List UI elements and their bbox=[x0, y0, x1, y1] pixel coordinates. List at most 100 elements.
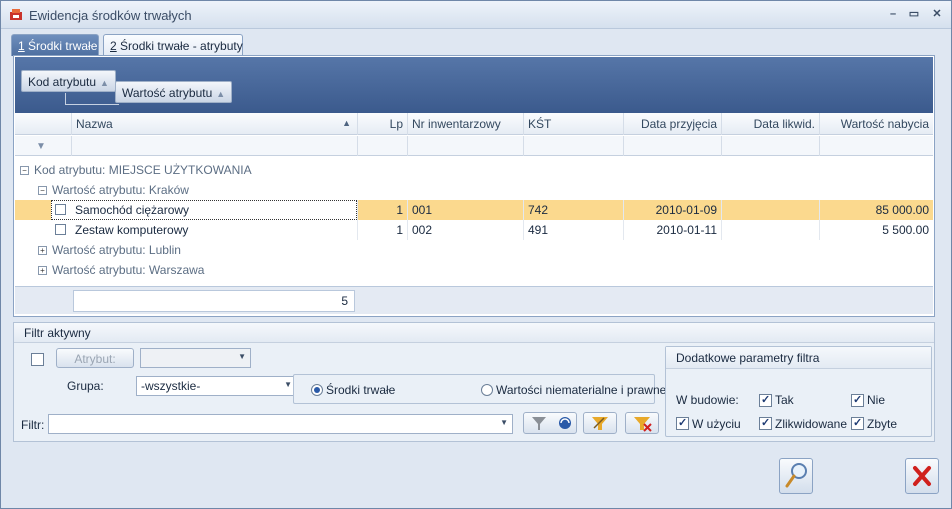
close-icon[interactable]: ✕ bbox=[929, 7, 945, 21]
collapse-icon[interactable]: − bbox=[38, 186, 47, 196]
cell-wartosc: 85 000.00 bbox=[819, 200, 933, 220]
column-header-data-przyjecia[interactable]: Data przyjęcia bbox=[623, 113, 721, 135]
row-checkbox[interactable] bbox=[55, 204, 66, 215]
cell-data-przyjecia: 2010-01-11 bbox=[623, 220, 721, 240]
tab-label: Środki trwałe - atrybuty bbox=[116, 39, 243, 53]
nie-checkbox[interactable] bbox=[851, 393, 864, 407]
filter-cell-lp[interactable] bbox=[357, 136, 407, 156]
filter-builder-icon bbox=[592, 417, 608, 430]
filtr-input[interactable]: ▼ bbox=[48, 414, 513, 434]
chip-label: Wartość atrybutu bbox=[122, 86, 213, 100]
filter-cell-wartosc[interactable] bbox=[819, 136, 933, 156]
apply-filter-button[interactable] bbox=[523, 412, 577, 434]
radio-srodki-trwale-label[interactable]: Środki trwałe bbox=[326, 383, 395, 397]
column-header-row: Nazwa ▲ Lp Nr inwentarzowy KŚT Data przy… bbox=[15, 113, 933, 135]
summary-footer: 5 bbox=[15, 286, 933, 314]
zlikwidowane-checkbox[interactable] bbox=[759, 416, 772, 430]
cell-data-likwid bbox=[721, 200, 819, 220]
tak-checkbox[interactable] bbox=[759, 393, 772, 407]
group-row-kod-atrybutu[interactable]: − Kod atrybutu: MIEJSCE UŻYTKOWANIA bbox=[20, 163, 252, 183]
group-label: Wartość atrybutu: Warszawa bbox=[52, 263, 205, 277]
maximize-icon[interactable]: ▭ bbox=[906, 7, 922, 21]
group-chip-wartosc-atrybutu[interactable]: Wartość atrybutu ▲ bbox=[115, 81, 233, 103]
cell-kst: 742 bbox=[523, 200, 623, 220]
collapse-icon[interactable]: − bbox=[20, 166, 29, 176]
group-row-lublin[interactable]: + Wartość atrybutu: Lublin bbox=[38, 243, 181, 263]
header-label: Nazwa bbox=[76, 117, 113, 131]
tak-label: Tak bbox=[775, 393, 794, 407]
cell-nazwa: Samochód ciężarowy bbox=[75, 203, 190, 217]
window-title: Ewidencja środków trwałych bbox=[29, 8, 192, 23]
w-uzyciu-label: W użyciu bbox=[692, 417, 741, 431]
chip-label: Kod atrybutu bbox=[28, 75, 97, 89]
sort-asc-icon: ▲ bbox=[342, 118, 351, 128]
preview-button[interactable] bbox=[779, 458, 813, 494]
cell-lp: 1 bbox=[357, 220, 407, 240]
filter-row-icon[interactable]: ▼ bbox=[36, 141, 46, 152]
cell-data-likwid bbox=[721, 220, 819, 240]
cell-nr: 001 bbox=[407, 200, 523, 220]
zbyte-label: Zbyte bbox=[867, 417, 898, 431]
count-summary: 5 bbox=[73, 290, 355, 312]
construct-filter-button[interactable] bbox=[583, 412, 617, 434]
zlikwidowane-label: Zlikwidowane bbox=[775, 417, 848, 431]
radio-wartosci-niematerialne-label[interactable]: Wartości niematerialne i prawne bbox=[496, 383, 666, 397]
atrybut-select[interactable]: ▼ bbox=[140, 348, 251, 368]
group-label: Wartość atrybutu: Kraków bbox=[52, 183, 189, 197]
nie-label: Nie bbox=[867, 393, 886, 407]
tab-hotkey: 1 bbox=[18, 39, 25, 53]
radio-srodki-trwale[interactable] bbox=[311, 384, 323, 396]
table-row[interactable]: Zestaw komputerowy 1 002 491 2010-01-11 … bbox=[15, 220, 933, 240]
group-row-warszawa[interactable]: + Wartość atrybutu: Warszawa bbox=[38, 263, 204, 283]
tab-label: Środki trwałe bbox=[24, 39, 98, 53]
group-label: Kod atrybutu: MIEJSCE UŻYTKOWANIA bbox=[34, 163, 252, 177]
close-button[interactable] bbox=[905, 458, 939, 494]
cell-wartosc: 5 500.00 bbox=[819, 220, 933, 240]
radio-wartosci-niematerialne[interactable] bbox=[481, 384, 493, 396]
column-header-nazwa[interactable]: Nazwa ▲ bbox=[71, 113, 357, 135]
filter-cell-data-przyjecia[interactable] bbox=[623, 136, 721, 156]
filter-funnel-icon bbox=[532, 417, 571, 430]
cell-lp: 1 bbox=[357, 200, 407, 220]
tab-srodki-trwale-atrybuty[interactable]: 2 Środki trwałe - atrybuty bbox=[103, 34, 243, 56]
row-checkbox[interactable] bbox=[55, 224, 66, 235]
group-connector bbox=[65, 93, 119, 105]
w-uzyciu-checkbox[interactable] bbox=[676, 416, 689, 430]
column-header-wartosc-nabycia[interactable]: Wartość nabycia bbox=[819, 113, 933, 135]
clear-filter-button[interactable] bbox=[625, 412, 659, 434]
column-header-lp[interactable]: Lp bbox=[357, 113, 407, 135]
filter-cell-nr[interactable] bbox=[407, 136, 523, 156]
close-x-icon bbox=[913, 466, 931, 486]
column-header-nr-inwentarzowy[interactable]: Nr inwentarzowy bbox=[407, 113, 523, 135]
column-filter-row bbox=[15, 136, 933, 156]
dropdown-arrow-icon: ▼ bbox=[238, 352, 246, 361]
filter-cell-nazwa[interactable] bbox=[71, 136, 357, 156]
expand-icon[interactable]: + bbox=[38, 266, 47, 276]
expand-icon[interactable]: + bbox=[38, 246, 47, 256]
table-row[interactable]: Samochód ciężarowy 1 001 742 2010-01-09 … bbox=[15, 200, 933, 220]
column-header-data-likwid[interactable]: Data likwid. bbox=[721, 113, 819, 135]
atrybut-filter-checkbox[interactable] bbox=[31, 353, 44, 366]
group-by-bar: Kod atrybutu ▲ Wartość atrybutu ▲ bbox=[15, 57, 933, 113]
cell-nazwa: Zestaw komputerowy bbox=[75, 223, 189, 237]
title-bar: Ewidencja środków trwałych – ▭ ✕ bbox=[1, 1, 951, 29]
tab-hotkey: 2 bbox=[110, 39, 117, 53]
column-header-indicator bbox=[15, 113, 71, 135]
atrybut-button[interactable]: Atrybut: bbox=[56, 348, 134, 368]
tab-srodki-trwale[interactable]: 1 Środki trwałe bbox=[11, 34, 99, 56]
clear-filter-icon bbox=[634, 417, 652, 432]
filter-cell-data-likwid[interactable] bbox=[721, 136, 819, 156]
cell-kst: 491 bbox=[523, 220, 623, 240]
group-label: Wartość atrybutu: Lublin bbox=[52, 243, 181, 257]
column-header-kst[interactable]: KŚT bbox=[523, 113, 623, 135]
main-window: Ewidencja środków trwałych – ▭ ✕ 1 Środk… bbox=[0, 0, 952, 509]
minimize-icon[interactable]: – bbox=[885, 7, 901, 21]
grupa-label: Grupa: bbox=[67, 379, 104, 393]
magnifier-icon bbox=[785, 463, 807, 488]
grupa-select[interactable]: -wszystkie- ▼ bbox=[136, 376, 297, 396]
group-chip-kod-atrybutu[interactable]: Kod atrybutu ▲ bbox=[21, 70, 116, 92]
dropdown-arrow-icon: ▼ bbox=[500, 418, 508, 427]
filter-cell-kst[interactable] bbox=[523, 136, 623, 156]
zbyte-checkbox[interactable] bbox=[851, 416, 864, 430]
filtr-label: Filtr: bbox=[21, 418, 45, 432]
